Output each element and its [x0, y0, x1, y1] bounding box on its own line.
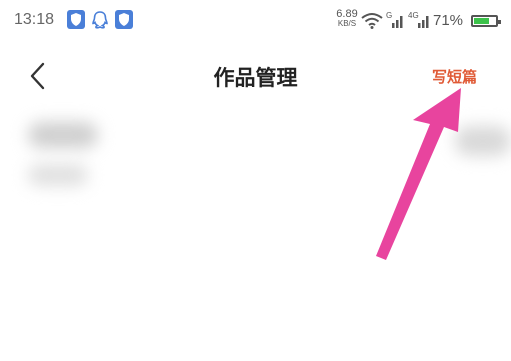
signal-label: 4G — [408, 11, 419, 20]
write-short-button[interactable]: 写短篇 — [432, 66, 477, 87]
network-speed: 6.89 KB/S — [332, 9, 362, 29]
battery-fill — [474, 18, 489, 24]
status-time: 13:18 — [14, 11, 55, 28]
blurred-work-item[interactable] — [0, 108, 511, 214]
signal-icon: 4G — [408, 10, 432, 34]
wifi-icon — [361, 12, 383, 33]
blurred-action — [455, 126, 511, 156]
shield-icon — [67, 10, 85, 29]
blurred-subtitle — [28, 164, 88, 186]
battery-percent: 71% — [433, 12, 464, 29]
network-speed-unit: KB/S — [337, 19, 357, 28]
signal-label: G — [386, 11, 392, 20]
blurred-title — [28, 122, 98, 148]
network-speed-value: 6.89 — [336, 8, 358, 20]
status-bar: 13:18 6.89 KB/S G 4G 71% — [0, 0, 511, 44]
battery-tip — [498, 20, 501, 24]
signal-icon: G — [386, 10, 406, 34]
battery-icon — [471, 15, 501, 27]
qq-icon — [91, 10, 109, 30]
shield-icon — [115, 10, 133, 29]
